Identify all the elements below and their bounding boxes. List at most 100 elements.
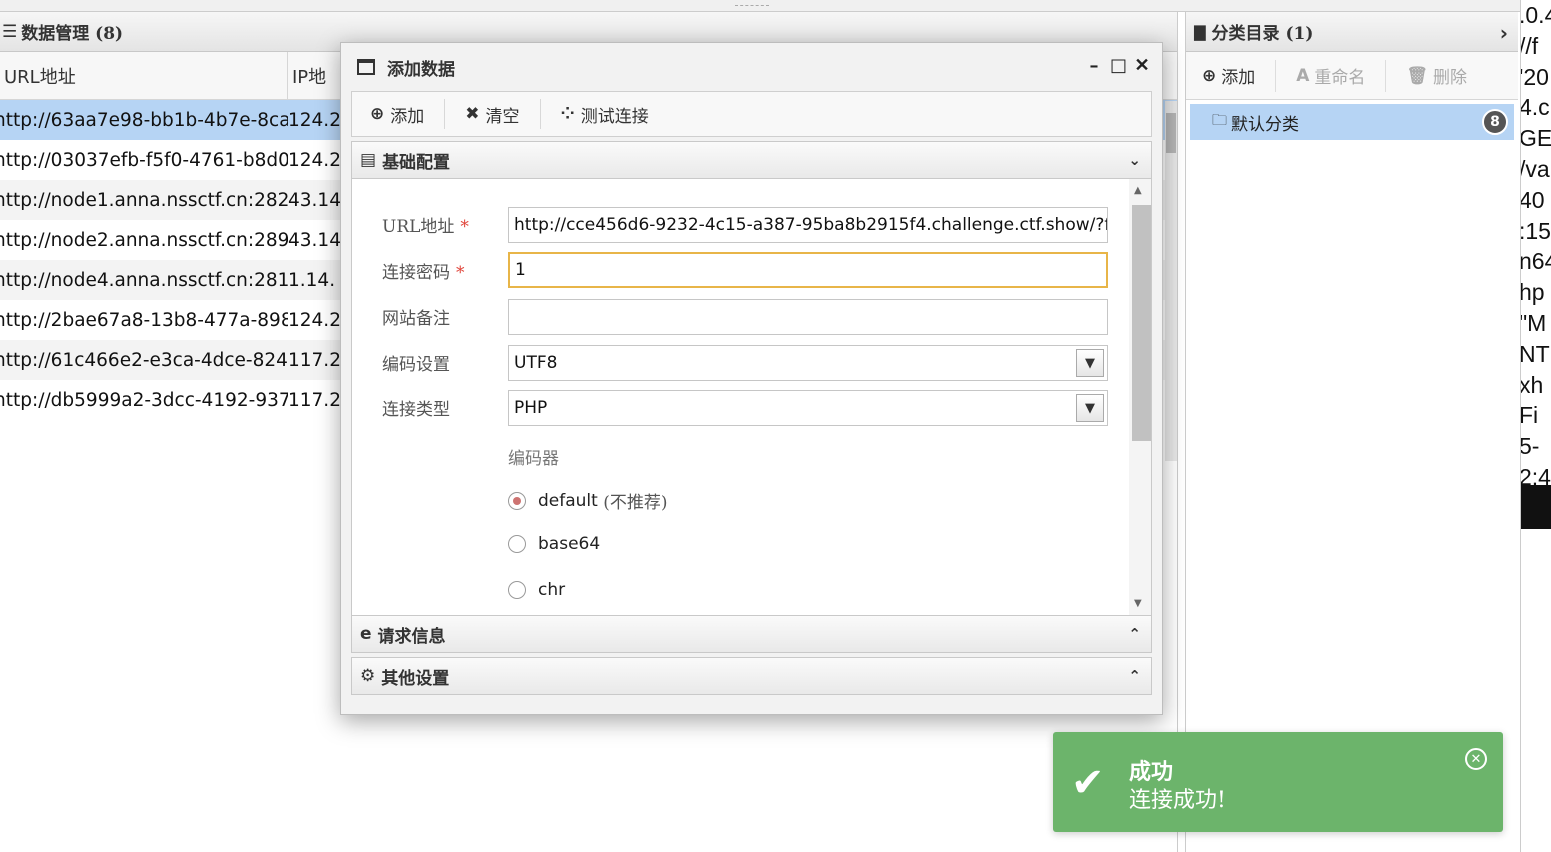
type-select[interactable]: PHP ▼ <box>508 390 1108 426</box>
encoding-value: UTF8 <box>514 353 558 373</box>
category-toolbar: ⊕ 添加 A 重命名 🗑 删除 <box>1186 52 1518 100</box>
clear-button[interactable]: ✖ 清空 <box>465 102 519 127</box>
radio-button[interactable] <box>508 491 526 510</box>
row-url: http://03037efb-f5f0-4761-b8d0-f <box>0 149 288 171</box>
toast-message: 连接成功! <box>1129 788 1226 813</box>
radio-button[interactable] <box>508 535 526 553</box>
check-icon: ✔ <box>1071 760 1105 806</box>
spinner-icon: ⁘ <box>560 104 575 124</box>
row-url: http://node2.anna.nssctf.cn:2890 <box>0 229 288 251</box>
splitter-grip[interactable] <box>735 5 769 6</box>
section-other-settings[interactable]: ⚙ 其他设置 ⌃ <box>351 657 1152 695</box>
terminal-line: "M <box>1520 309 1547 336</box>
terminal-line: NT <box>1520 340 1550 367</box>
section-other-title: 其他设置 <box>381 668 450 689</box>
terminal-fragment: .0.4 //f '20 4.cl GET /va 40 :15 n64 hp … <box>1520 0 1551 852</box>
terminal-line: //f <box>1520 32 1539 59</box>
password-label-text: 连接密码 <box>382 262 450 283</box>
success-toast: ✔ 成功 连接成功! ✕ <box>1053 732 1503 832</box>
dialog-toolbar: ⊕ 添加 ✖ 清空 ⁘ 测试连接 <box>351 91 1152 137</box>
ie-icon: e <box>360 624 372 644</box>
encoder-note: (不推荐) <box>603 493 668 513</box>
trash-icon: 🗑 <box>1406 65 1429 86</box>
section-request-title: 请求信息 <box>377 626 446 647</box>
row-url: http://2bae67a8-13b8-477a-898f- <box>0 309 288 331</box>
minimize-icon[interactable]: – <box>1086 55 1102 76</box>
toolbar-divider <box>444 99 446 129</box>
close-icon[interactable]: ✕ <box>1134 55 1150 76</box>
gears-icon: ⚙ <box>360 666 376 686</box>
chevron-right-icon[interactable]: › <box>1500 21 1508 45</box>
form-scrollbar[interactable]: ▲ ▼ <box>1129 179 1151 615</box>
terminal-line: xh <box>1520 371 1544 398</box>
category-item-label: 默认分类 <box>1231 114 1300 135</box>
list-icon: ☰ <box>2 21 18 42</box>
note-label: 网站备注 <box>382 308 450 329</box>
row-url: http://node4.anna.nssctf.cn:2819 <box>0 269 288 291</box>
encoding-select[interactable]: UTF8 ▼ <box>508 345 1108 381</box>
toolbar-divider <box>539 99 541 129</box>
password-field[interactable]: 1 <box>508 252 1108 288</box>
scroll-down-icon[interactable]: ▼ <box>1134 598 1142 609</box>
category-rename-button[interactable]: A 重命名 <box>1296 63 1366 89</box>
add-data-dialog: 添加数据 – □ ✕ ⊕ 添加 ✖ 清空 ⁘ 测试连接 ▤ 基础配置 ⌄ URL地址 *… <box>340 42 1163 715</box>
add-button[interactable]: ⊕ 添加 <box>370 102 424 127</box>
window-controls: – □ ✕ <box>1086 55 1150 76</box>
plus-circle-icon: ⊕ <box>370 104 385 124</box>
form-scroll-thumb[interactable] <box>1132 205 1151 441</box>
category-delete-button[interactable]: 🗑 删除 <box>1406 63 1467 89</box>
terminal-line: 5- <box>1520 433 1540 460</box>
chevron-down-icon[interactable]: ▼ <box>1076 349 1104 377</box>
category-count-badge: 8 <box>1482 109 1508 135</box>
category-rename-label: 重命名 <box>1314 68 1366 88</box>
clear-button-label: 清空 <box>485 106 520 127</box>
test-connection-label: 测试连接 <box>580 106 649 127</box>
terminal-line: 4.cl <box>1520 94 1551 121</box>
row-url: http://db5999a2-3dcc-4192-9371- <box>0 389 288 411</box>
scroll-up-icon[interactable]: ▲ <box>1134 185 1142 196</box>
radio-button[interactable] <box>508 581 526 599</box>
encoder-radio-chr[interactable]: chr <box>508 580 565 600</box>
data-panel-title: 数据管理 (8) <box>21 24 124 44</box>
category-item-default[interactable]: 🗀 默认分类 8 <box>1190 104 1514 140</box>
add-button-label: 添加 <box>390 106 425 127</box>
category-panel-header: ▇ 分类目录 (1) › <box>1186 12 1518 52</box>
terminal-line: '20 <box>1520 63 1549 90</box>
dialog-title: 添加数据 <box>387 59 455 80</box>
category-add-button[interactable]: ⊕ 添加 <box>1202 63 1256 89</box>
terminal-line: GET <box>1520 125 1551 152</box>
terminal-line: :15 <box>1520 217 1551 244</box>
chevron-up-icon: ⌃ <box>1128 667 1141 685</box>
dialog-titlebar[interactable]: 添加数据 – □ ✕ <box>341 43 1162 91</box>
grid-scrollbar[interactable] <box>1165 101 1177 461</box>
folder-icon: ▇ <box>1194 22 1206 41</box>
chevron-up-icon: ⌃ <box>1128 625 1141 643</box>
close-icon[interactable]: ✕ <box>1465 748 1487 770</box>
test-connection-button[interactable]: ⁘ 测试连接 <box>561 102 649 127</box>
note-field[interactable] <box>508 299 1108 335</box>
window-icon <box>357 59 375 75</box>
row-url: http://node1.anna.nssctf.cn:2828 <box>0 189 288 211</box>
top-splitter[interactable] <box>0 0 1520 12</box>
terminal-line: 40 <box>1520 186 1545 213</box>
encoder-name: default <box>538 490 598 511</box>
encoder-radio-base64[interactable]: base64 <box>508 534 600 554</box>
encoder-name: chr <box>538 580 566 600</box>
encoder-radio-default[interactable]: default (不推荐) <box>508 488 668 513</box>
url-label: URL地址 * <box>382 212 469 237</box>
encoder-name: base64 <box>538 534 601 554</box>
chevron-down-icon[interactable]: ▼ <box>1076 394 1104 422</box>
grid-scroll-thumb[interactable] <box>1166 113 1176 153</box>
url-field[interactable]: http://cce456d6-9232-4c15-a387-95ba8b291… <box>508 207 1108 243</box>
type-label: 连接类型 <box>382 399 450 420</box>
terminal-line: hp <box>1520 279 1545 306</box>
column-url[interactable]: URL地址 <box>0 52 288 99</box>
section-request-info[interactable]: e 请求信息 ⌃ <box>351 615 1152 653</box>
row-url: http://61c466e2-e3ca-4dce-8241- <box>0 349 288 371</box>
maximize-icon[interactable]: □ <box>1110 55 1127 76</box>
type-value: PHP <box>514 398 548 418</box>
plus-circle-icon: ⊕ <box>1202 65 1217 86</box>
encoder-label: 编码器 <box>508 449 559 469</box>
category-add-label: 添加 <box>1221 68 1256 88</box>
section-basic-config[interactable]: ▤ 基础配置 ⌄ <box>351 141 1152 179</box>
